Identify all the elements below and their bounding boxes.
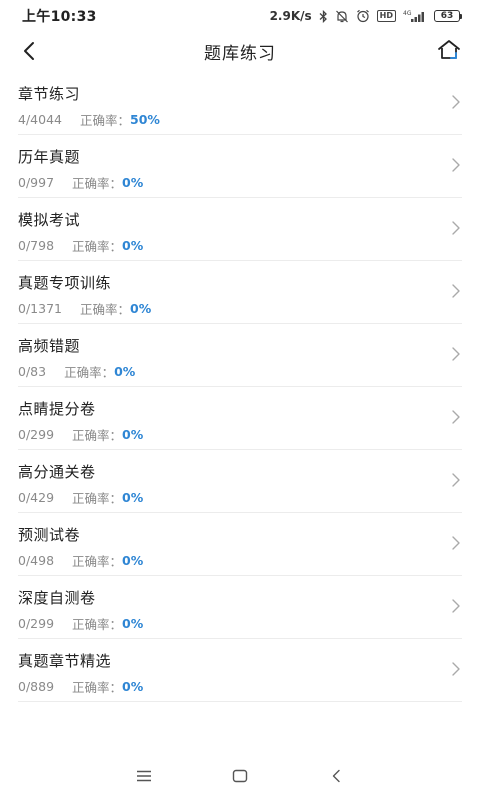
signal-icon: 4G [403,10,427,23]
chevron-right-icon [452,410,460,424]
accuracy-label: 正确率： [72,176,123,191]
item-progress-count: 0/83 [18,364,47,379]
list-item[interactable]: 点睛提分卷 0/299 正确率： 0% [18,387,462,450]
item-title: 模拟考试 [18,211,81,229]
item-stats: 0/299 正确率： 0% [18,425,143,444]
accuracy-value: 0% [122,553,144,568]
back-button[interactable] [14,36,44,66]
status-icons: 2.9K/s HD 4G 63 [270,9,462,23]
item-progress-count: 0/299 [18,616,55,631]
square-icon [232,769,248,783]
item-stats: 0/83 正确率： 0% [18,362,135,381]
accuracy-value: 0% [130,301,152,316]
accuracy-value: 0% [122,490,144,505]
list-item[interactable]: 模拟考试 0/798 正确率： 0% [18,198,462,261]
accuracy-label: 正确率： [72,428,123,443]
accuracy-value: 0% [122,679,144,694]
alarm-icon [356,9,370,23]
notifications-off-icon [335,10,349,23]
item-stats: 0/429 正确率： 0% [18,488,143,507]
item-title: 深度自测卷 [18,589,96,607]
menu-nav-button[interactable] [124,756,164,796]
app-header: 题库练习 [0,32,480,70]
page-title: 题库练习 [204,43,276,64]
status-bar: 上午10:33 2.9K/s HD 4G 63 [0,0,480,32]
item-title: 历年真题 [18,148,81,166]
accuracy-value: 0% [114,364,136,379]
chevron-right-icon [452,662,460,676]
accuracy-value: 50% [130,112,160,127]
hd-badge: HD [376,10,396,22]
accuracy-label: 正确率： [72,554,123,569]
chevron-left-icon [24,42,34,60]
battery-icon: 63 [434,10,462,22]
accuracy-label: 正确率： [72,617,123,632]
chevron-right-icon [452,284,460,298]
accuracy-value: 0% [122,238,144,253]
item-stats: 0/997 正确率： 0% [18,173,143,192]
battery-level: 63 [434,10,460,22]
item-title: 真题专项训练 [18,274,112,292]
item-stats: 0/299 正确率： 0% [18,614,143,633]
accuracy-label: 正确率： [72,239,123,254]
chevron-right-icon [452,599,460,613]
home-nav-button[interactable] [220,756,260,796]
list-item[interactable]: 历年真题 0/997 正确率： 0% [18,135,462,198]
back-nav-button[interactable] [316,756,356,796]
chevron-right-icon [452,95,460,109]
list-item[interactable]: 高频错题 0/83 正确率： 0% [18,324,462,387]
item-progress-count: 0/889 [18,679,55,694]
question-bank-list: 章节练习 4/4044 正确率： 50% 历年真题 0/997 正确率： 0% 模拟考试 0/79… [18,72,462,702]
system-nav-bar [0,752,480,800]
item-title: 真题章节精选 [18,652,112,670]
item-progress-count: 0/498 [18,553,55,568]
item-stats: 0/498 正确率： 0% [18,551,143,570]
item-progress-count: 0/429 [18,490,55,505]
item-progress-count: 0/1371 [18,301,62,316]
menu-icon [137,770,151,782]
item-stats: 4/4044 正确率： 50% [18,110,160,129]
item-progress-count: 0/299 [18,427,55,442]
list-item[interactable]: 深度自测卷 0/299 正确率： 0% [18,576,462,639]
item-title: 点睛提分卷 [18,400,96,418]
accuracy-label: 正确率： [72,491,123,506]
home-button[interactable] [434,35,464,65]
accuracy-label: 正确率： [79,113,130,128]
chevron-right-icon [452,221,460,235]
item-title: 章节练习 [18,85,81,103]
list-item[interactable]: 预测试卷 0/498 正确率： 0% [18,513,462,576]
item-stats: 0/889 正确率： 0% [18,677,143,696]
accuracy-label: 正确率： [79,302,130,317]
item-stats: 0/798 正确率： 0% [18,236,143,255]
chevron-right-icon [452,158,460,172]
item-title: 预测试卷 [18,526,81,544]
item-progress-count: 4/4044 [18,112,62,127]
item-stats: 0/1371 正确率： 0% [18,299,151,318]
item-title: 高频错题 [18,337,81,355]
back-arrow-icon [332,769,340,783]
list-item[interactable]: 高分通关卷 0/429 正确率： 0% [18,450,462,513]
network-speed: 2.9K/s [269,9,312,23]
list-item[interactable]: 真题章节精选 0/889 正确率： 0% [18,639,462,702]
accuracy-label: 正确率： [72,680,123,695]
status-time: 上午10:33 [22,9,97,25]
accuracy-value: 0% [122,616,144,631]
chevron-right-icon [452,347,460,361]
item-title: 高分通关卷 [18,463,96,481]
accuracy-label: 正确率： [64,365,115,380]
list-item[interactable]: 章节练习 4/4044 正确率： 50% [18,72,462,135]
accuracy-value: 0% [122,427,144,442]
chevron-right-icon [452,536,460,550]
chevron-right-icon [452,473,460,487]
list-item[interactable]: 真题专项训练 0/1371 正确率： 0% [18,261,462,324]
svg-text:4G: 4G [403,10,412,17]
accuracy-value: 0% [122,175,144,190]
item-progress-count: 0/997 [18,175,55,190]
item-progress-count: 0/798 [18,238,55,253]
bluetooth-icon [319,9,328,23]
home-icon [438,40,460,59]
